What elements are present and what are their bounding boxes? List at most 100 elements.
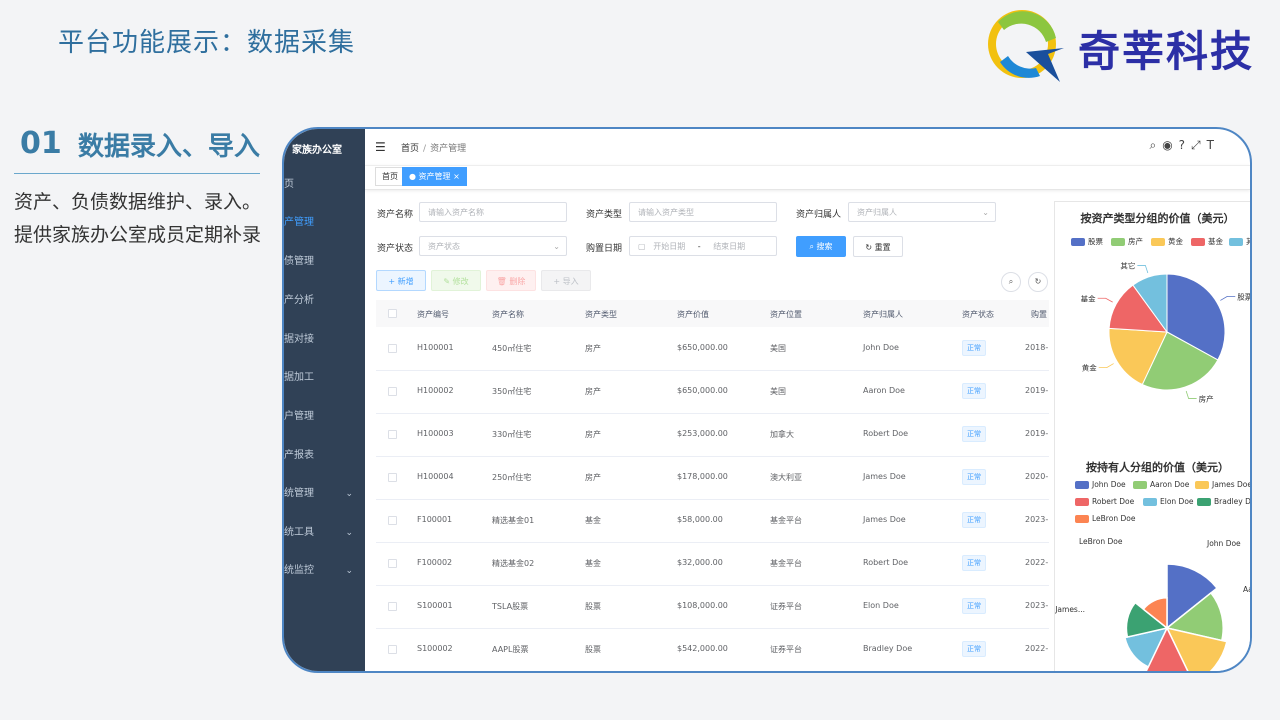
legend-item[interactable]: 股票 (1071, 236, 1103, 247)
label-line (1220, 295, 1236, 301)
status-badge: 正常 (962, 469, 986, 485)
search-button[interactable]: ⌕ 搜索 (796, 236, 846, 257)
sidebar-item-data-processing[interactable]: 据加工 (284, 369, 365, 387)
status-badge: 正常 (962, 426, 986, 442)
owner-select[interactable]: 资产归属人 ⌄ (848, 202, 996, 222)
start-date-placeholder[interactable]: 开始日期 (653, 242, 685, 251)
table-cell: 房产 (585, 430, 601, 439)
table-cell: 房产 (585, 473, 601, 482)
slice-label: 其它 (1120, 260, 1135, 270)
close-icon[interactable]: × (453, 172, 460, 181)
sidebar-item-user-management[interactable]: 户管理 (284, 408, 365, 426)
table-cell: 证券平台 (770, 645, 802, 654)
legend-item[interactable]: Aaron Doe (1133, 480, 1189, 489)
legend-item[interactable]: John Doe (1075, 480, 1126, 489)
sidebar-item-system-tools[interactable]: 统工具 ⌄ (284, 524, 365, 542)
refresh-icon[interactable]: ↻ (1028, 272, 1048, 292)
sidebar-item-system-management[interactable]: 统管理 ⌄ (284, 485, 365, 503)
date-range-picker[interactable]: ▢ 开始日期 - 结束日期 (629, 236, 777, 256)
table-row[interactable]: H100004 250㎡住宅 房产 $178,000.00 澳大利亚 James Doe 正… (376, 456, 1049, 500)
table-cell: 2019- (1025, 429, 1049, 438)
legend-label: 其它 (1246, 237, 1250, 246)
row-checkbox[interactable] (388, 387, 397, 396)
chevron-down-icon: ⌄ (553, 242, 560, 251)
row-checkbox[interactable] (388, 430, 397, 439)
legend-item[interactable]: 其它 (1229, 236, 1250, 247)
sidebar-item-home[interactable]: 页 (284, 176, 365, 194)
fullscreen-icon[interactable]: ⤢ (1191, 138, 1207, 152)
search-icon[interactable]: ⌕ (1149, 138, 1162, 152)
row-checkbox[interactable] (388, 559, 397, 568)
end-date-placeholder[interactable]: 结束日期 (713, 242, 745, 251)
legend-item[interactable]: 黄金 (1151, 236, 1183, 247)
table-cell: 330㎡住宅 (492, 430, 532, 439)
column-header: 资产价值 (677, 310, 709, 319)
legend-item[interactable]: 基金 (1191, 236, 1223, 247)
table-row[interactable]: S100001 TSLA股票 股票 $108,000.00 证券平台 Elon Doe 正常… (376, 585, 1049, 629)
section-number: 01 (20, 126, 62, 161)
import-button[interactable]: + 导入 (541, 270, 591, 291)
github-icon[interactable]: ◉ (1162, 138, 1178, 152)
sidebar-item-assets[interactable]: 产管理 (284, 214, 365, 232)
sidebar-item-label: 统工具 (284, 527, 314, 538)
chevron-down-icon: ⌄ (982, 208, 989, 217)
legend-item[interactable]: Robert Doe (1075, 497, 1134, 506)
sidebar-item-label: 据对接 (284, 334, 314, 345)
legend-item[interactable]: Bradley Doe (1197, 497, 1250, 506)
sidebar-item-system-monitor[interactable]: 统监控 ⌄ (284, 562, 365, 580)
sidebar-item-liabilities[interactable]: 债管理 (284, 253, 365, 271)
search-toggle-icon[interactable]: ⌕ (1001, 272, 1021, 292)
table-cell: S100002 (417, 644, 453, 653)
label-line (1098, 363, 1114, 369)
table-cell: $253,000.00 (677, 429, 728, 438)
table-row[interactable]: F100001 精选基金01 基金 $58,000.00 基金平台 James Doe 正常… (376, 499, 1049, 543)
table-row[interactable]: H100002 350㎡住宅 房产 $650,000.00 美国 Aaron Doe 正常 2… (376, 370, 1049, 414)
row-checkbox[interactable] (388, 516, 397, 525)
asset-type-input[interactable]: 请输入资产类型 (629, 202, 777, 222)
row-checkbox[interactable] (388, 344, 397, 353)
slice-label: LeBron Doe (1079, 537, 1123, 546)
legend-item[interactable]: LeBron Doe (1075, 514, 1135, 523)
legend-item[interactable]: James Doe (1195, 480, 1250, 489)
table-cell: F100002 (417, 558, 453, 567)
owner-label: 资产归属人 (796, 210, 842, 220)
sidebar-item-data-integration[interactable]: 据对接 (284, 331, 365, 349)
status-select[interactable]: 资产状态 ⌄ (419, 236, 567, 256)
edit-button[interactable]: ✎ 修改 (431, 270, 481, 291)
select-all-checkbox[interactable] (388, 309, 397, 318)
row-checkbox[interactable] (388, 473, 397, 482)
legend-item[interactable]: Elon Doe (1143, 497, 1194, 506)
table-cell: Bradley Doe (863, 644, 913, 653)
sidebar-item-analysis[interactable]: 产分析 (284, 292, 365, 310)
hamburger-icon[interactable]: ☰ (375, 140, 386, 154)
table-row[interactable]: H100003 330㎡住宅 房产 $253,000.00 加拿大 Robert Doe 正… (376, 413, 1049, 457)
table-row[interactable]: S100002 AAPL股票 股票 $542,000.00 证券平台 Bradley Do… (376, 628, 1049, 671)
help-icon[interactable]: ? (1179, 138, 1191, 152)
tab-home[interactable]: 首页 (375, 167, 405, 186)
breadcrumb-home[interactable]: 首页 (401, 144, 419, 154)
table-row[interactable]: F100002 精选基金02 基金 $32,000.00 基金平台 Robert Doe 正… (376, 542, 1049, 586)
table-cell: 450㎡住宅 (492, 344, 532, 353)
sidebar-item-reports[interactable]: 产报表 (284, 447, 365, 465)
table-header: 资产编号 资产名称 资产类型 资产价值 资产位置 资产归属人 资产状态 购置 (376, 300, 1049, 327)
column-header: 资产名称 (492, 310, 524, 319)
delete-button[interactable]: 🗑 删除 (486, 270, 536, 291)
column-header: 资产状态 (962, 310, 994, 319)
legend-item[interactable]: 房产 (1111, 236, 1143, 247)
reset-button[interactable]: ↻ 重置 (853, 236, 903, 257)
row-checkbox[interactable] (388, 602, 397, 611)
tab-asset-management[interactable]: ● 资产管理 × (402, 167, 467, 186)
legend-label: John Doe (1092, 480, 1126, 489)
add-button[interactable]: + 新增 (376, 270, 426, 291)
row-checkbox[interactable] (388, 645, 397, 654)
sidebar-item-label: 统监控 (284, 565, 314, 576)
status-badge: 正常 (962, 598, 986, 614)
table-cell: H100003 (417, 429, 454, 438)
navbar: ☰ 首页 / 资产管理 ⌕◉?⤢T (365, 129, 1250, 166)
table-cell: H100002 (417, 386, 454, 395)
font-size-icon[interactable]: T (1207, 138, 1220, 152)
tab-label: 首页 (382, 172, 398, 181)
asset-name-input[interactable]: 请输入资产名称 (419, 202, 567, 222)
legend-label: Elon Doe (1160, 497, 1194, 506)
table-row[interactable]: H100001 450㎡住宅 房产 $650,000.00 美国 John Doe 正常 20… (376, 327, 1049, 371)
